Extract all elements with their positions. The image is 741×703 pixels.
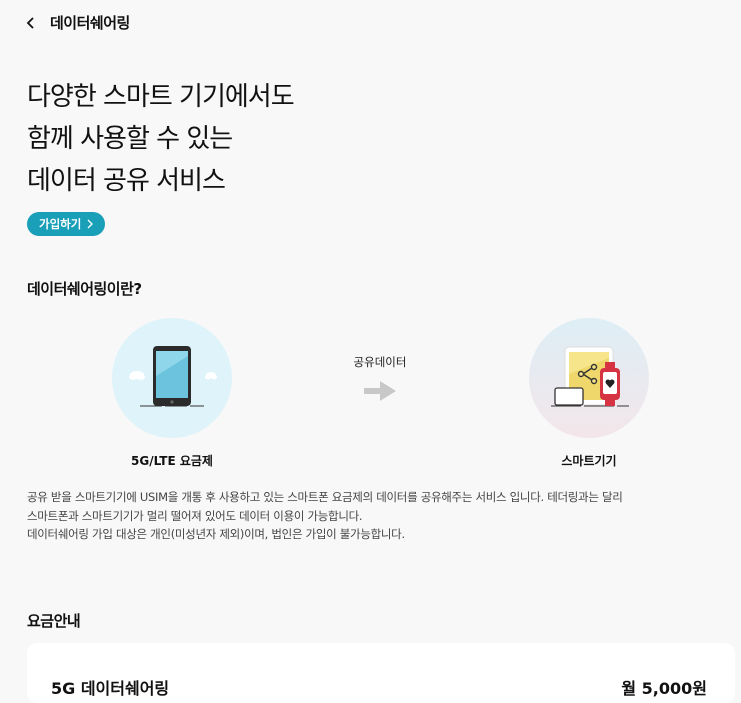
smart-devices-illustration xyxy=(529,318,649,438)
arrow-right-icon xyxy=(364,381,396,401)
hero-line-1: 다양한 스마트 기기에서도 xyxy=(27,82,295,112)
header: 데이터쉐어링 xyxy=(0,0,741,46)
service-description: 공유 받을 스마트기기에 USIM을 개통 후 사용하고 있는 스마트폰 요금제… xyxy=(27,488,717,544)
smartphone-icon xyxy=(129,346,217,407)
left-device-label: 5G/LTE 요금제 xyxy=(131,454,213,468)
section-title-about: 데이터쉐어링이란? xyxy=(27,280,142,298)
join-button-label: 가입하기 xyxy=(39,217,82,231)
pricing-card[interactable]: 5G 데이터쉐어링 월 5,000원 xyxy=(27,643,735,703)
plan-name: 5G 데이터쉐어링 xyxy=(51,679,170,698)
share-label: 공유데이터 xyxy=(353,355,407,369)
smart-devices-icon xyxy=(551,346,629,407)
join-button[interactable]: 가입하기 xyxy=(27,212,106,236)
chevron-left-icon xyxy=(26,17,34,29)
description-line-3: 데이터쉐어링 가입 대상은 개인(미성년자 제외)이며, 법인은 가입이 불가능… xyxy=(27,527,405,541)
page-title: 데이터쉐어링 xyxy=(50,14,130,32)
smartphone-illustration xyxy=(112,318,232,438)
hero-line-3: 데이터 공유 서비스 xyxy=(27,166,226,196)
description-line-1: 공유 받을 스마트기기에 USIM을 개통 후 사용하고 있는 스마트폰 요금제… xyxy=(27,490,623,504)
description-line-2: 스마트폰과 스마트기기가 멀리 떨어져 있어도 데이터 이용이 가능합니다. xyxy=(27,508,363,523)
chevron-right-icon xyxy=(87,219,94,229)
hero-line-2: 함께 사용할 수 있는 xyxy=(27,124,233,154)
back-button[interactable] xyxy=(22,12,42,34)
hero-heading: 다양한 스마트 기기에서도 함께 사용할 수 있는 데이터 공유 서비스 xyxy=(27,76,295,202)
right-device-label: 스마트기기 xyxy=(561,454,617,468)
plan-price: 월 5,000원 xyxy=(621,679,707,698)
section-title-pricing: 요금안내 xyxy=(27,612,81,630)
